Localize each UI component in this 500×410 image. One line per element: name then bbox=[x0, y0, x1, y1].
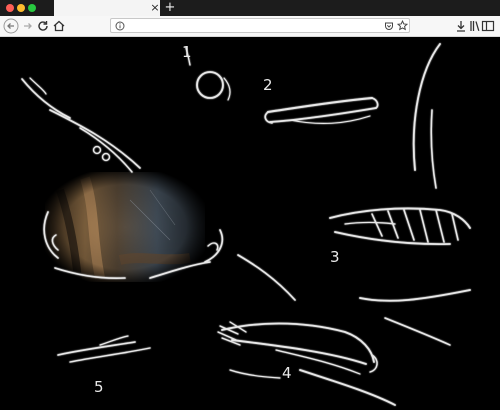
sketch-drawing: 1 2 3 4 5 bbox=[21, 43, 471, 406]
reload-icon[interactable] bbox=[35, 18, 51, 34]
close-window-button[interactable] bbox=[6, 4, 14, 12]
maximize-window-button[interactable] bbox=[28, 4, 36, 12]
bookmark-star-icon[interactable] bbox=[397, 20, 408, 31]
photo-patch bbox=[45, 172, 205, 282]
label-2: 2 bbox=[263, 76, 273, 94]
label-4: 4 bbox=[282, 364, 292, 382]
info-icon[interactable] bbox=[115, 21, 125, 31]
tab-close-button[interactable]: × bbox=[149, 1, 161, 14]
active-tab[interactable]: × bbox=[0, 0, 160, 16]
url-bar[interactable] bbox=[110, 18, 410, 33]
new-tab-button[interactable]: + bbox=[164, 0, 176, 16]
page-canvas: 1 2 3 4 5 bbox=[0, 37, 500, 410]
minimize-window-button[interactable] bbox=[17, 4, 25, 12]
sidebar-icon[interactable] bbox=[480, 18, 496, 34]
label-5: 5 bbox=[94, 378, 104, 396]
pocket-icon[interactable] bbox=[384, 21, 394, 31]
tab-strip: × + bbox=[0, 0, 500, 16]
label-3: 3 bbox=[330, 248, 340, 266]
home-icon[interactable] bbox=[51, 18, 67, 34]
forward-icon[interactable] bbox=[20, 18, 36, 34]
label-1: 1 bbox=[182, 43, 192, 61]
navigation-toolbar bbox=[0, 16, 500, 37]
back-icon[interactable] bbox=[3, 18, 19, 34]
